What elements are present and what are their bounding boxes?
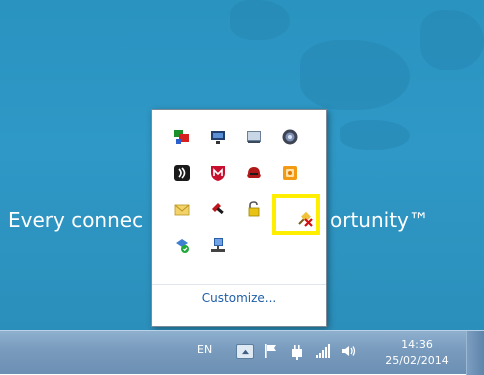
computer-network-icon[interactable] [207,234,229,256]
red-hat-icon[interactable] [243,162,265,184]
speaker-icon[interactable] [340,342,358,360]
wallpaper-landmass [300,40,410,110]
display-window-icon[interactable] [243,126,265,148]
clock-time: 14:36 [401,338,433,351]
wallpaper-tagline-left: Every connec [8,208,144,232]
customize-link[interactable]: Customize... [152,291,326,305]
clock-date: 25/02/2014 [385,354,449,367]
wallpaper-landmass [340,120,410,150]
camera-lens-icon[interactable] [279,126,301,148]
wallpaper-tagline-right: ortunity™ [330,208,429,232]
envelope-icon[interactable] [171,198,193,220]
taskbar: EN 14:36 25/02/2014 [0,330,484,375]
power-plug-icon[interactable] [288,342,306,360]
red-stamp-icon[interactable] [207,198,229,220]
language-indicator[interactable]: EN [197,343,212,356]
wallpaper-landmass [420,10,484,70]
show-desktop-button[interactable] [466,331,484,375]
show-hidden-icons-button[interactable] [236,344,254,359]
signal-bars-icon[interactable] [314,342,332,360]
notification-overflow-panel: Customize... [151,109,327,327]
sync-refresh-icon[interactable] [171,234,193,256]
chevron-up-icon [241,349,249,355]
clock[interactable]: 14:36 25/02/2014 [381,337,453,369]
divider [152,284,326,285]
highlight-box [272,194,320,235]
wallpaper-landmass [230,0,290,40]
orange-square-icon[interactable] [279,162,301,184]
network-connections-icon[interactable] [171,126,193,148]
flag-icon[interactable] [262,342,280,360]
padlock-icon[interactable] [243,198,265,220]
mcafee-shield-icon[interactable] [207,162,229,184]
wireless-signal-icon[interactable] [171,162,193,184]
monitor-icon[interactable] [207,126,229,148]
